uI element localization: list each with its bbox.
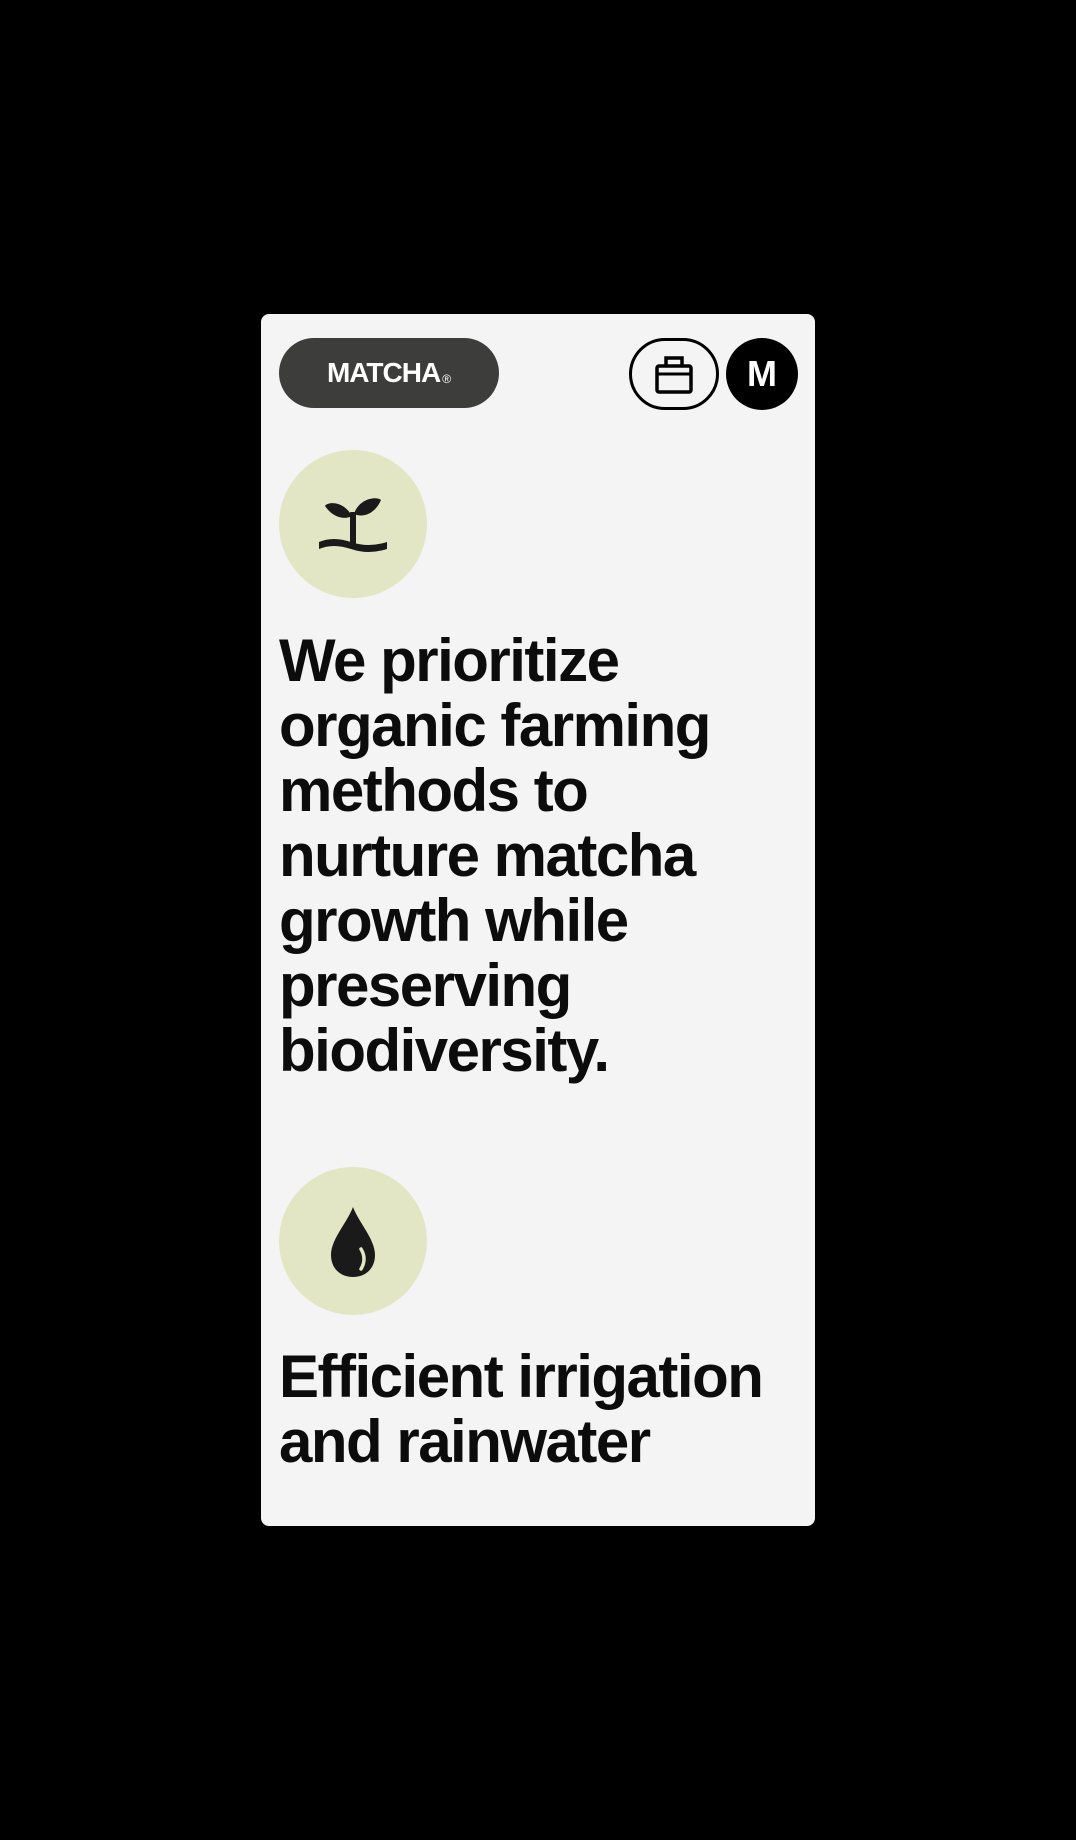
feature-text: Efficient irrigation and rainwater	[279, 1343, 764, 1475]
feature-text: We prioritize organic farming methods to…	[279, 627, 711, 1084]
mobile-screen: MATCHA ® M We prioritize organic farming …	[261, 314, 815, 1526]
logo[interactable]: MATCHA ®	[279, 338, 499, 408]
header: MATCHA ® M	[279, 338, 798, 410]
registered-mark: ®	[442, 372, 452, 386]
feature-icon-circle	[279, 1167, 427, 1315]
feature-icon-circle	[279, 450, 427, 598]
menu-button[interactable]: M	[726, 338, 798, 410]
cart-button[interactable]	[629, 338, 719, 410]
sprout-icon	[319, 498, 387, 552]
shopping-bag-icon	[655, 356, 693, 394]
water-drop-icon	[331, 1207, 375, 1277]
logo-text: MATCHA	[326, 357, 441, 388]
